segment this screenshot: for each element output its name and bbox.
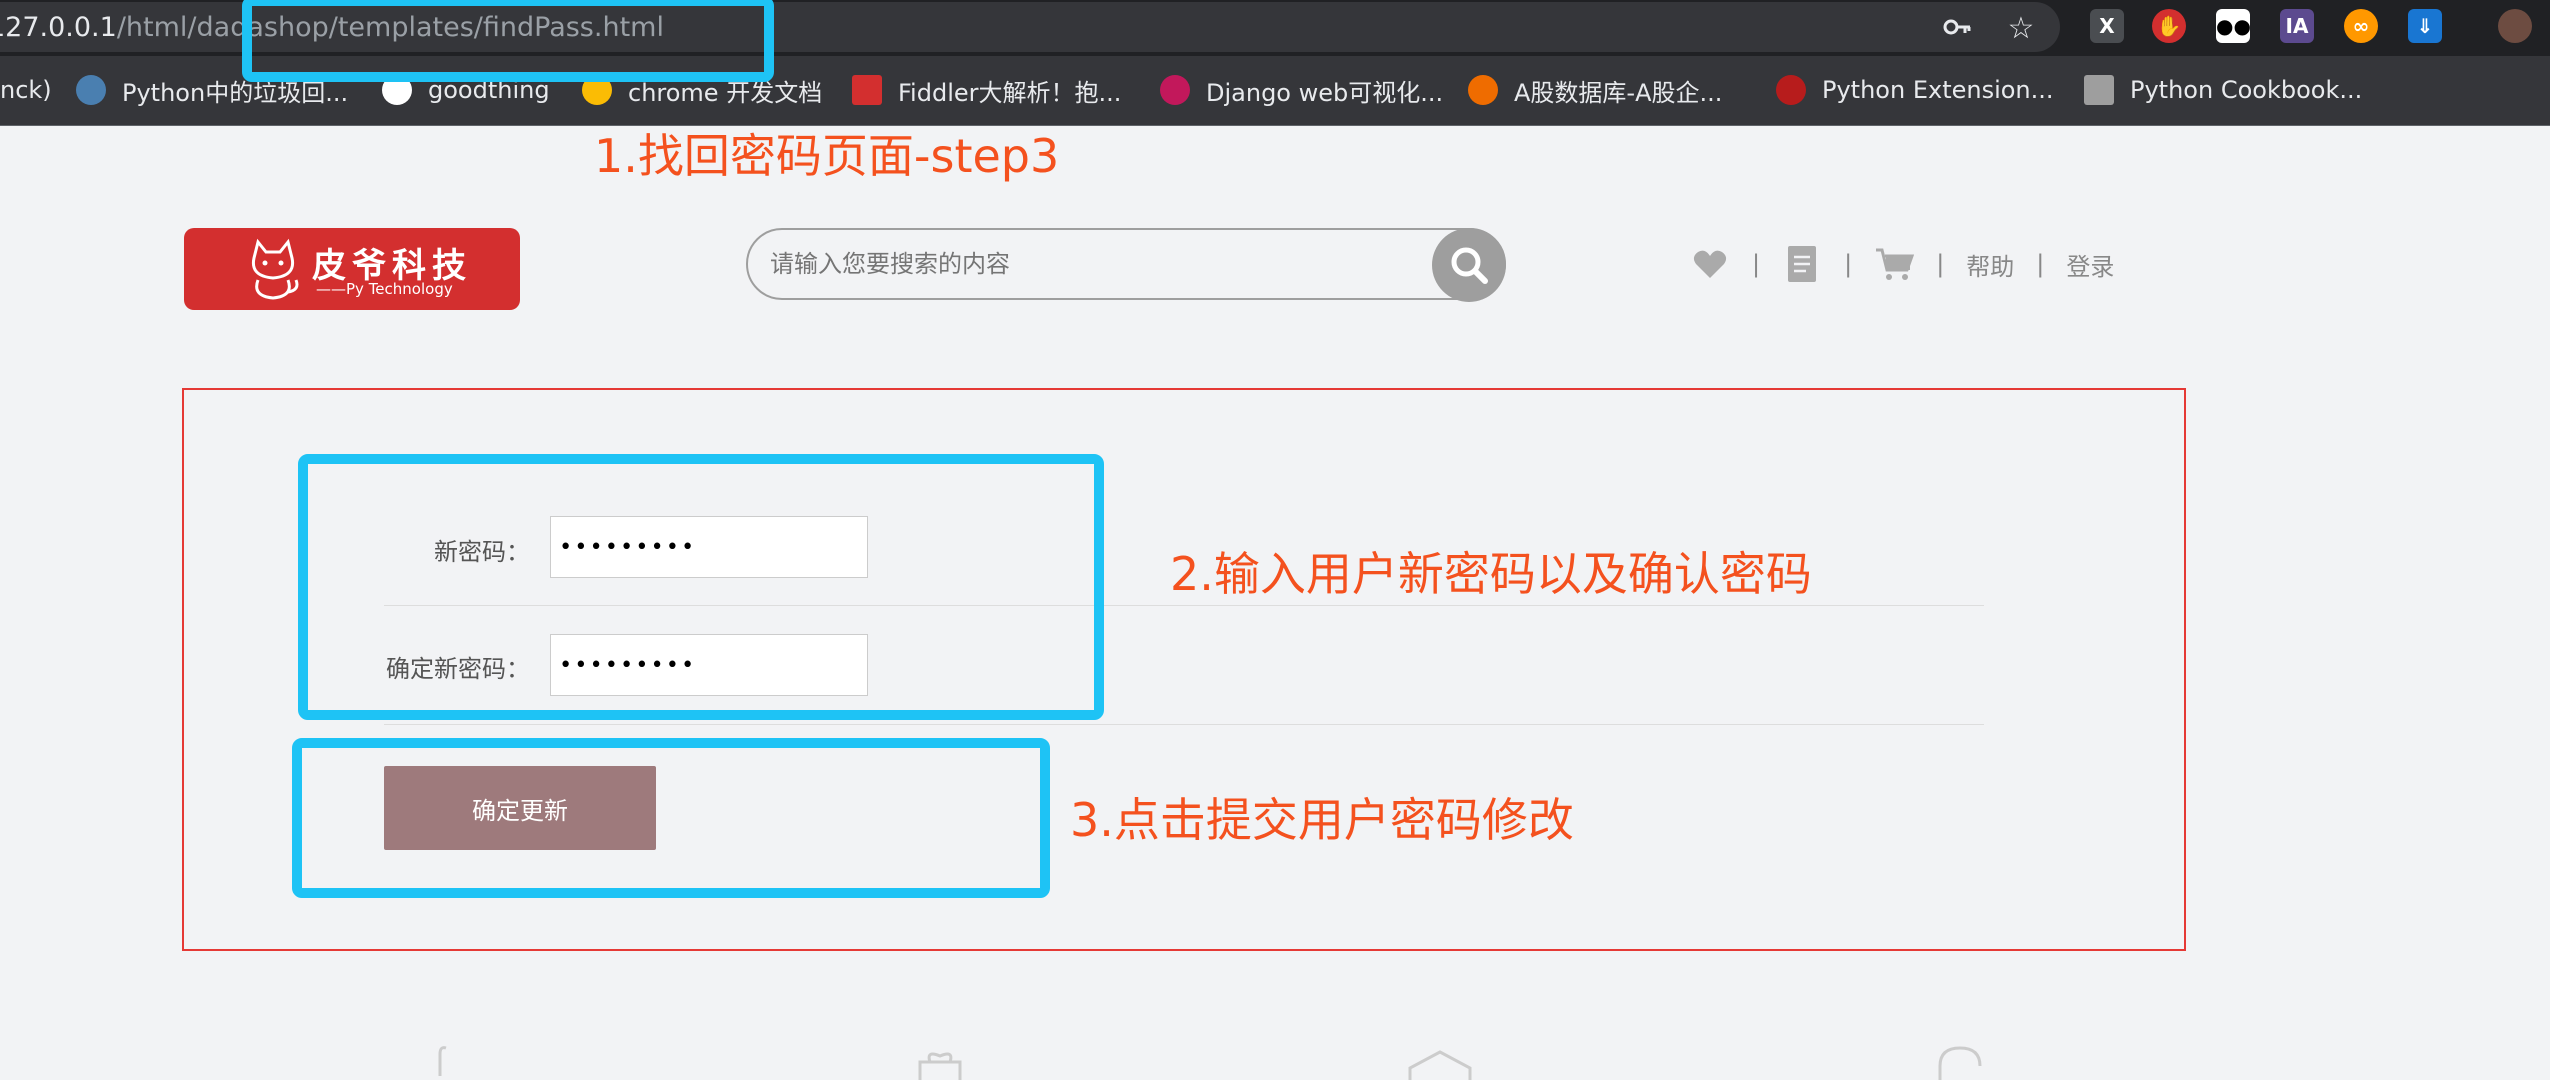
nav-separator: | — [2036, 250, 2045, 278]
help-link[interactable]: 帮助 — [1966, 247, 2014, 282]
bookmark-item[interactable]: Python Extension... — [1776, 72, 2054, 108]
footer-headset-icon — [1938, 1046, 1982, 1080]
submit-annotation-box — [292, 738, 1050, 898]
header-nav: | | | 帮助 | 登录 — [1690, 244, 2114, 284]
login-link[interactable]: 登录 — [2066, 247, 2114, 282]
django-favicon-icon — [1160, 75, 1190, 105]
profile-avatar[interactable] — [2498, 9, 2532, 43]
url-host: 127.0.0.1 — [0, 12, 117, 43]
book-favicon-icon — [2084, 75, 2114, 105]
search-bar — [746, 228, 1506, 302]
footer-box-icon — [1408, 1050, 1472, 1080]
cat-logo-icon — [251, 238, 299, 300]
nav-separator: | — [1936, 250, 1945, 278]
infinity-extension-icon[interactable]: ∞ — [2344, 9, 2378, 43]
footer-icon — [438, 1046, 447, 1076]
search-button[interactable] — [1432, 228, 1506, 302]
annotation-step3: 3.点击提交用户密码修改 — [1070, 793, 1574, 847]
download-extension-icon[interactable]: ⇓ — [2408, 9, 2442, 43]
logo-subtitle: ——Py Technology — [316, 280, 453, 298]
adblock-icon[interactable]: ✋ — [2152, 9, 2186, 43]
annotation-step1: 1.找回密码页面-step3 — [594, 129, 1060, 183]
key-icon[interactable] — [1940, 12, 1974, 46]
bookmark-item[interactable]: A股数据库-A股企... — [1468, 72, 1722, 108]
avatar-favicon-icon — [76, 75, 106, 105]
annotation-step2: 2.输入用户新密码以及确认密码 — [1170, 547, 1812, 601]
document-icon[interactable] — [1782, 244, 1822, 284]
inputs-annotation-box — [298, 454, 1104, 720]
bookmark-item[interactable]: Python Cookbook... — [2084, 72, 2362, 108]
bookmark-star-icon[interactable]: ☆ — [2004, 12, 2038, 46]
x-extension-icon[interactable]: X — [2090, 9, 2124, 43]
cart-icon[interactable] — [1874, 244, 1915, 284]
search-input[interactable] — [770, 244, 1370, 284]
nav-separator: | — [1844, 250, 1853, 278]
nav-separator: | — [1752, 250, 1761, 278]
form-divider — [384, 724, 1984, 725]
heart-icon[interactable] — [1690, 244, 1730, 284]
footer-gift-icon — [918, 1052, 962, 1080]
stock-favicon-icon — [1468, 75, 1498, 105]
bookmark-item[interactable]: Django web可视化... — [1160, 72, 1443, 108]
ia-extension-icon[interactable]: IA — [2280, 9, 2314, 43]
seal-favicon-icon — [852, 75, 882, 105]
bookmark-item[interactable]: Fiddler大解析！抱... — [852, 72, 1121, 108]
search-icon — [1451, 247, 1488, 284]
python-extension-favicon-icon — [1776, 75, 1806, 105]
site-logo[interactable]: 皮爷科技 ——Py Technology — [184, 228, 520, 310]
glasses-extension-icon[interactable]: ●● — [2216, 9, 2251, 43]
bookmark-item[interactable]: nck) — [0, 72, 52, 108]
url-annotation-box — [242, 0, 774, 82]
